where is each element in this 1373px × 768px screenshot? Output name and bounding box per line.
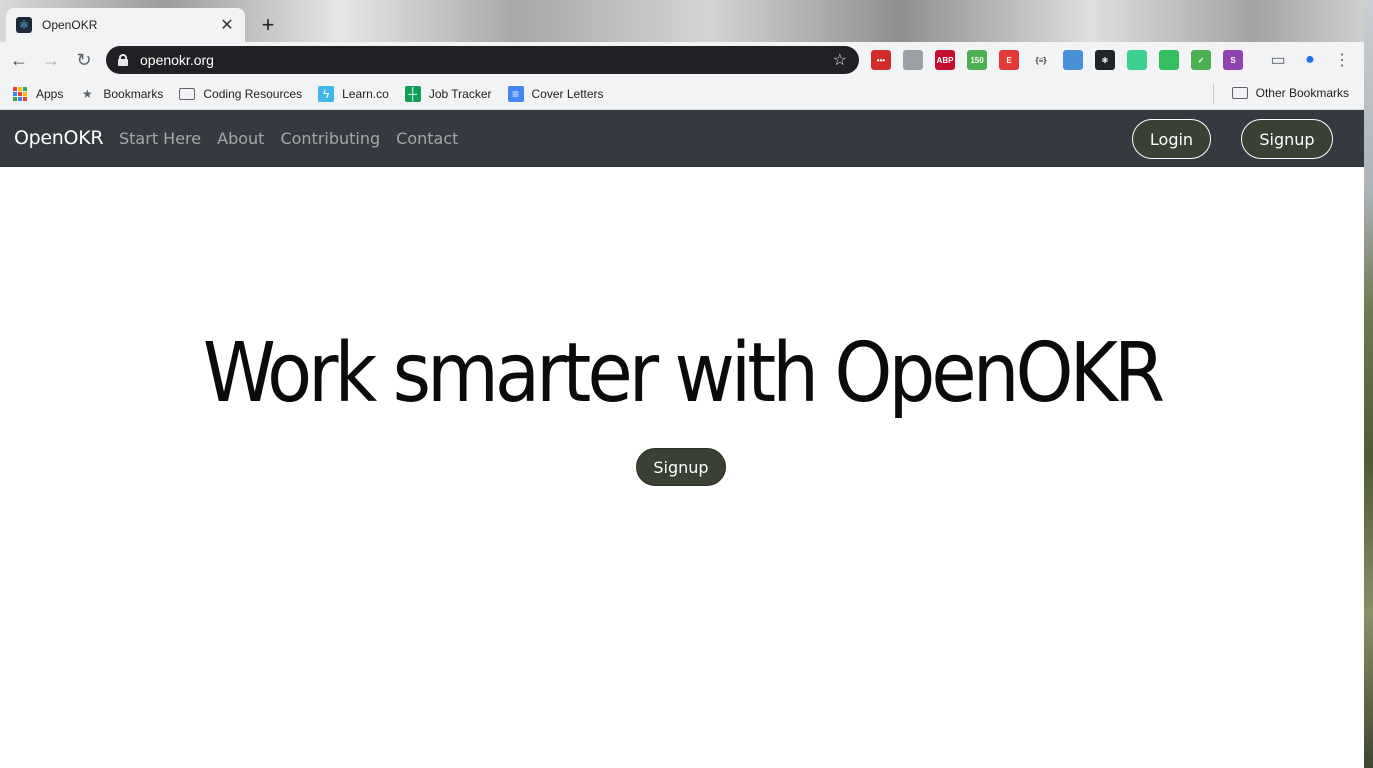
menu-icon[interactable]: ⋮ — [1332, 50, 1352, 70]
hero-title: Work smarter with OpenOKR — [202, 326, 1165, 421]
profile-icon[interactable]: ● — [1300, 50, 1320, 70]
json-viewer-icon[interactable]: {≡} — [1031, 50, 1051, 70]
nav-links: Start Here About Contributing Contact — [119, 129, 474, 148]
sheets-icon: ┼ — [404, 85, 421, 102]
adblock-plus-icon[interactable]: ABP — [935, 50, 955, 70]
bookmark-cover-letters[interactable]: ≡ Cover Letters — [507, 85, 604, 102]
nav-link-contributing[interactable]: Contributing — [280, 129, 380, 148]
nav-link-start-here[interactable]: Start Here — [119, 129, 201, 148]
other-bookmarks-label: Other Bookmarks — [1255, 86, 1349, 100]
nav-link-about[interactable]: About — [217, 129, 264, 148]
bookmark-label: Learn.co — [342, 86, 389, 101]
nav-link-contact[interactable]: Contact — [396, 129, 458, 148]
bookmarks-divider — [1213, 84, 1214, 104]
bookmark-apps[interactable]: Apps — [12, 86, 63, 102]
browser-window: ⚛ OpenOKR ✕ + ← → ↻ openokr.org ☆ ••• ABP… — [0, 0, 1364, 768]
ring-icon[interactable] — [1063, 50, 1083, 70]
folder-icon — [179, 86, 196, 102]
apps-grid-icon — [12, 86, 28, 102]
bookmarks-bar: Apps ★ Bookmarks Coding Resources ϟ Lear… — [0, 78, 1364, 110]
target-icon[interactable] — [1127, 50, 1147, 70]
lock-icon — [118, 54, 128, 66]
other-bookmarks[interactable]: Other Bookmarks — [1231, 85, 1349, 101]
desktop-background — [1364, 0, 1373, 768]
lightning-icon: ϟ — [318, 85, 335, 102]
forward-button[interactable]: → — [38, 48, 64, 72]
green-badge-icon[interactable] — [1159, 50, 1179, 70]
bookmark-coding-resources[interactable]: Coding Resources — [179, 86, 302, 102]
bookmark-bookmarks[interactable]: ★ Bookmarks — [79, 86, 163, 102]
bookmark-learn-co[interactable]: ϟ Learn.co — [318, 85, 389, 102]
folder-icon — [1231, 85, 1248, 101]
url-text: openokr.org — [140, 52, 214, 68]
tab-title: OpenOKR — [42, 18, 98, 32]
address-bar[interactable]: openokr.org ☆ — [106, 46, 859, 74]
browser-toolbar: ← → ↻ openokr.org ☆ ••• ABP 150 E {≡} ⚛ ✓ S ▭ ●… — [0, 42, 1364, 78]
extensions-row: ••• ABP 150 E {≡} ⚛ ✓ S — [871, 50, 1255, 70]
cast-icon[interactable]: ▭ — [1268, 50, 1288, 70]
react-devtools-icon[interactable]: ⚛ — [1095, 50, 1115, 70]
bookmark-label: Coding Resources — [203, 86, 303, 101]
browser-tab[interactable]: ⚛ OpenOKR ✕ — [6, 8, 245, 42]
star-icon: ★ — [81, 86, 93, 101]
hero-signup-button[interactable]: Signup — [636, 448, 726, 486]
counter-icon[interactable]: 150 — [967, 50, 987, 70]
s-extension-icon[interactable]: S — [1223, 50, 1243, 70]
signup-button[interactable]: Signup — [1241, 119, 1333, 159]
new-tab-button[interactable]: + — [256, 14, 280, 38]
tab-strip: ⚛ OpenOKR ✕ + — [0, 0, 1364, 42]
bookmark-label: Job Tracker — [428, 86, 492, 101]
bookmark-label: Cover Letters — [531, 86, 604, 101]
close-tab-icon[interactable]: ✕ — [219, 15, 235, 35]
lastpass-icon[interactable]: ••• — [871, 50, 891, 70]
site-brand[interactable]: OpenOKR — [14, 127, 104, 149]
bookmark-label: Bookmarks — [103, 86, 164, 101]
toolbar-right: ▭ ● ⋮ — [1256, 50, 1352, 70]
site-navbar: OpenOKR Start Here About Contributing Co… — [0, 110, 1364, 167]
bookmark-label: Apps — [36, 86, 64, 101]
pocket-icon[interactable] — [903, 50, 923, 70]
e-extension-icon[interactable]: E — [999, 50, 1019, 70]
login-button[interactable]: Login — [1132, 119, 1211, 159]
back-button[interactable]: ← — [6, 48, 32, 72]
docs-icon: ≡ — [507, 85, 524, 102]
check-icon[interactable]: ✓ — [1191, 50, 1211, 70]
bookmark-job-tracker[interactable]: ┼ Job Tracker — [404, 85, 492, 102]
react-favicon-icon: ⚛ — [16, 17, 32, 33]
reload-button[interactable]: ↻ — [71, 48, 97, 72]
bookmark-star-icon[interactable]: ☆ — [833, 50, 847, 70]
